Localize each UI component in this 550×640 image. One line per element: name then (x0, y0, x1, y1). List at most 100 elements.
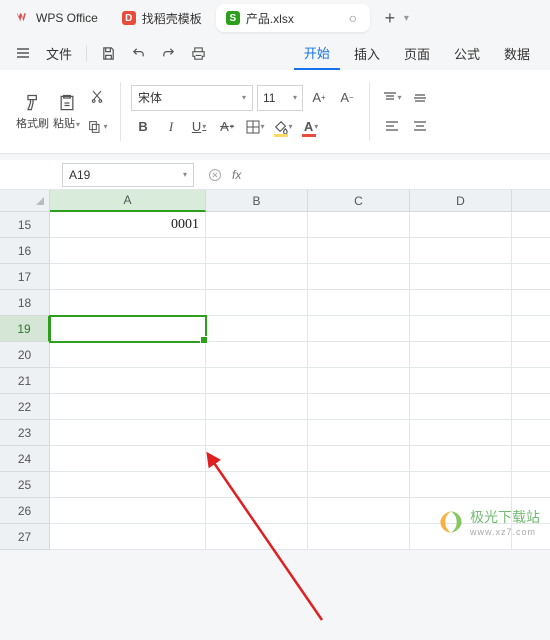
cell[interactable] (410, 264, 512, 290)
menu-tab-insert[interactable]: 插入 (344, 38, 390, 69)
cell[interactable] (206, 342, 308, 368)
cell[interactable] (512, 238, 550, 264)
italic-button[interactable]: I (159, 115, 183, 139)
cell[interactable] (206, 472, 308, 498)
cell[interactable] (206, 368, 308, 394)
cell[interactable] (410, 342, 512, 368)
cell[interactable] (206, 420, 308, 446)
align-left-button[interactable] (380, 114, 404, 138)
cell[interactable] (308, 420, 410, 446)
cell[interactable] (50, 420, 206, 446)
tab-document[interactable]: S 产品.xlsx ○ (216, 4, 370, 32)
cell[interactable] (206, 316, 308, 342)
cell-a19-selected[interactable] (50, 316, 206, 342)
row-header[interactable]: 25 (0, 472, 50, 498)
row-header[interactable]: 23 (0, 420, 50, 446)
spreadsheet-grid[interactable]: A B C D 15 0001 16 17 18 19 20 21 22 23 … (0, 190, 550, 550)
cancel-formula-icon[interactable] (202, 163, 228, 187)
cell[interactable] (50, 264, 206, 290)
fx-label[interactable]: fx (232, 168, 241, 182)
font-color-button[interactable]: A ▾ (299, 115, 323, 139)
tab-add-button[interactable]: + (378, 6, 402, 30)
underline-button[interactable]: U▾ (187, 115, 211, 139)
cell[interactable] (512, 316, 550, 342)
cell[interactable] (308, 316, 410, 342)
formula-input[interactable] (241, 163, 550, 187)
paste-button[interactable]: 粘贴▾ (53, 93, 80, 131)
cell[interactable] (308, 446, 410, 472)
cell[interactable] (410, 290, 512, 316)
column-header-c[interactable]: C (308, 190, 410, 212)
menu-file[interactable]: 文件 (40, 40, 78, 67)
copy-icon[interactable]: ▾ (84, 115, 110, 139)
cell[interactable] (410, 368, 512, 394)
cell[interactable] (410, 446, 512, 472)
tab-docer[interactable]: D 找稻壳模板 (112, 4, 212, 32)
tab-add-dropdown[interactable]: ▾ (404, 13, 409, 24)
cell[interactable] (512, 342, 550, 368)
row-header[interactable]: 15 (0, 212, 50, 238)
row-header[interactable]: 18 (0, 290, 50, 316)
cut-icon[interactable] (84, 85, 110, 109)
cell[interactable] (50, 342, 206, 368)
row-header[interactable]: 16 (0, 238, 50, 264)
align-middle-button[interactable] (408, 86, 432, 110)
cell[interactable] (512, 264, 550, 290)
row-header[interactable]: 20 (0, 342, 50, 368)
cell[interactable] (206, 498, 308, 524)
cell[interactable] (50, 368, 206, 394)
cell[interactable] (410, 316, 512, 342)
cell[interactable] (50, 446, 206, 472)
row-header[interactable]: 19 (0, 316, 50, 342)
cell[interactable] (308, 472, 410, 498)
cell[interactable] (206, 394, 308, 420)
cell[interactable] (512, 368, 550, 394)
menu-tab-page[interactable]: 页面 (394, 38, 440, 69)
cell[interactable] (308, 290, 410, 316)
tab-wps-office[interactable]: WPS Office (6, 4, 108, 32)
cell[interactable] (308, 498, 410, 524)
cell[interactable] (206, 264, 308, 290)
row-header[interactable]: 21 (0, 368, 50, 394)
cell[interactable] (50, 290, 206, 316)
cell[interactable] (512, 394, 550, 420)
cell[interactable] (308, 212, 410, 238)
row-header[interactable]: 27 (0, 524, 50, 550)
align-top-button[interactable]: ▾ (380, 86, 404, 110)
increase-font-button[interactable]: A+ (307, 86, 331, 110)
cell[interactable] (410, 212, 512, 238)
fill-color-button[interactable]: ▾ (271, 115, 295, 139)
undo-icon[interactable] (125, 40, 151, 66)
font-size-select[interactable]: 11 ▾ (257, 85, 303, 111)
print-icon[interactable] (185, 40, 211, 66)
cell[interactable] (512, 420, 550, 446)
cell[interactable] (206, 212, 308, 238)
bold-button[interactable]: B (131, 115, 155, 139)
select-all-corner[interactable] (0, 190, 50, 212)
cell[interactable] (308, 238, 410, 264)
cell[interactable] (308, 394, 410, 420)
menu-tab-data[interactable]: 数据 (494, 38, 540, 69)
cell[interactable] (50, 394, 206, 420)
redo-icon[interactable] (155, 40, 181, 66)
cell[interactable] (308, 264, 410, 290)
tab-close-icon[interactable]: ○ (346, 11, 360, 25)
align-center-button[interactable] (408, 114, 432, 138)
cell[interactable] (206, 524, 308, 550)
cell[interactable] (308, 342, 410, 368)
menu-tab-formula[interactable]: 公式 (444, 38, 490, 69)
row-header[interactable]: 26 (0, 498, 50, 524)
decrease-font-button[interactable]: A− (335, 86, 359, 110)
strikethrough-button[interactable]: A▾ (215, 115, 239, 139)
cell[interactable] (308, 368, 410, 394)
cell[interactable] (410, 238, 512, 264)
column-header-b[interactable]: B (206, 190, 308, 212)
cell[interactable] (206, 446, 308, 472)
cell[interactable] (410, 472, 512, 498)
cell[interactable] (206, 238, 308, 264)
cell[interactable] (50, 472, 206, 498)
cell[interactable] (308, 524, 410, 550)
cell[interactable] (50, 238, 206, 264)
menu-tab-start[interactable]: 开始 (294, 37, 340, 70)
column-header-a[interactable]: A (50, 190, 206, 212)
